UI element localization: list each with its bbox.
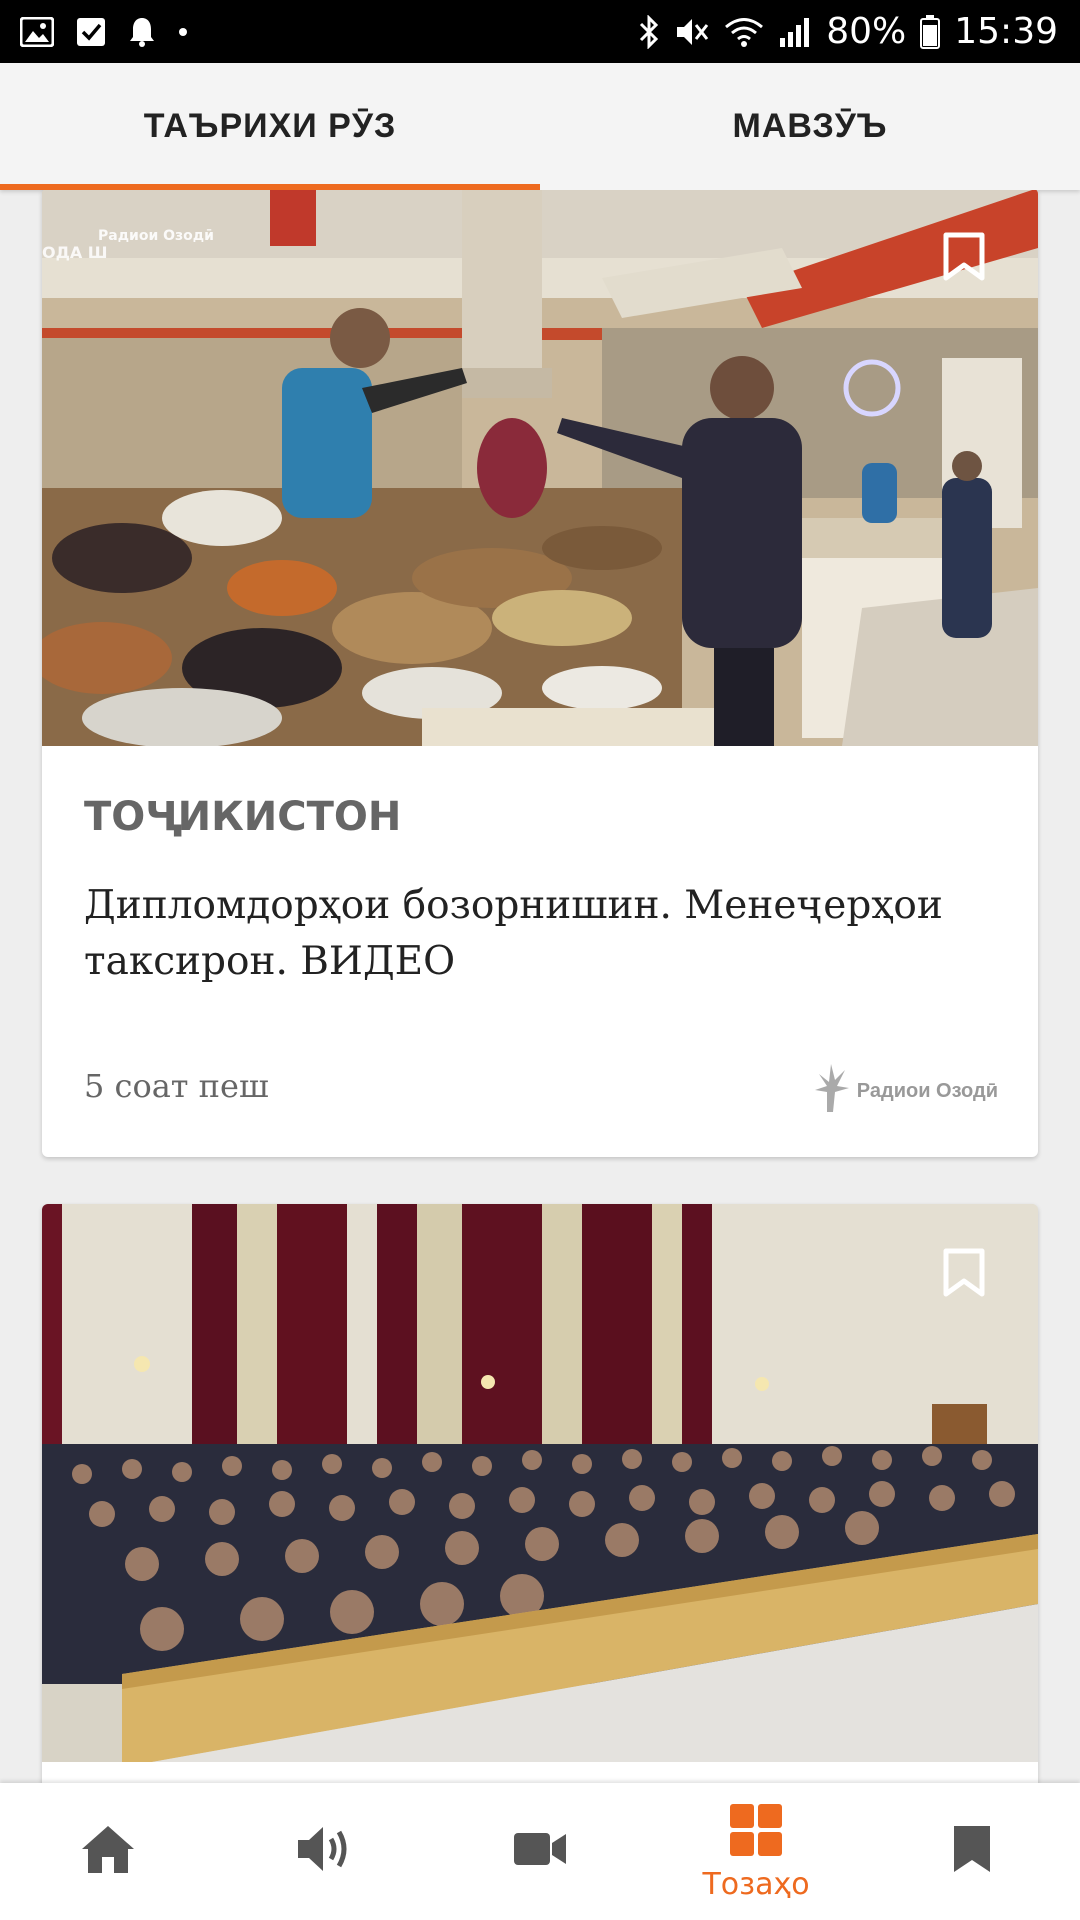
battery-icon	[920, 14, 941, 49]
nav-news[interactable]: Тозаҳо	[648, 1783, 864, 1920]
status-bar: 80% 15:39	[0, 0, 1080, 63]
article-card[interactable]	[42, 1204, 1038, 1783]
source-logo: Радиои Озодӣ	[811, 1060, 998, 1121]
check-icon	[76, 17, 106, 47]
bookmark-icon[interactable]	[942, 1248, 986, 1298]
article-body[interactable]: ТОҶИКИСТОН Дипломдорҳои бозорнишин. Мене…	[42, 746, 1038, 1157]
source-name: Радиои Озодӣ	[856, 1079, 998, 1102]
bookmark-icon[interactable]	[942, 232, 986, 282]
article-timestamp: 5 соат пеш	[84, 1067, 269, 1105]
tab-top-stories[interactable]: ТАЪРИХИ РӮЗ	[0, 63, 540, 190]
video-icon	[512, 1829, 568, 1874]
dot-icon	[178, 27, 188, 37]
article-category: ТОҶИКИСТОН	[84, 794, 402, 840]
clock: 15:39	[954, 11, 1058, 52]
section-tabs: ТАЪРИХИ РӮЗ МАВЗӮЪ	[0, 63, 1080, 190]
nav-news-label: Тозаҳо	[702, 1866, 810, 1902]
home-icon	[80, 1823, 136, 1880]
grid-icon	[728, 1802, 784, 1863]
nav-home[interactable]	[0, 1783, 216, 1920]
article-image-conference[interactable]	[42, 1204, 1038, 1762]
signal-icon	[778, 16, 812, 48]
nav-video[interactable]	[432, 1783, 648, 1920]
wifi-icon	[724, 16, 764, 48]
battery-percent: 80%	[826, 11, 907, 52]
nav-audio[interactable]	[216, 1783, 432, 1920]
torch-icon	[811, 1060, 851, 1121]
bottom-navigation: Тозаҳо	[0, 1783, 1080, 1920]
tab-topics[interactable]: МАВЗӮЪ	[540, 63, 1080, 190]
nav-bookmarks[interactable]	[864, 1783, 1080, 1920]
image-sign-text: ОДА Ш	[42, 243, 108, 262]
bookmark-icon	[952, 1824, 992, 1879]
bell-icon	[128, 16, 156, 48]
article-headline[interactable]: Дипломдорҳои бозорнишин. Менеҷерҳои такс…	[84, 878, 996, 990]
image-icon	[20, 16, 54, 47]
audio-icon	[295, 1824, 353, 1879]
bluetooth-icon	[638, 14, 660, 49]
mute-icon	[674, 15, 710, 49]
article-image-market[interactable]: Радиои Озодӣ ОДА Ш	[42, 190, 1038, 746]
article-card[interactable]: Радиои Озодӣ ОДА Ш ТОҶИКИСТОН Дипломдорҳ…	[42, 190, 1038, 1157]
article-feed[interactable]: Радиои Озодӣ ОДА Ш ТОҶИКИСТОН Дипломдорҳ…	[0, 190, 1080, 1783]
image-watermark: Радиои Озодӣ	[98, 228, 214, 244]
